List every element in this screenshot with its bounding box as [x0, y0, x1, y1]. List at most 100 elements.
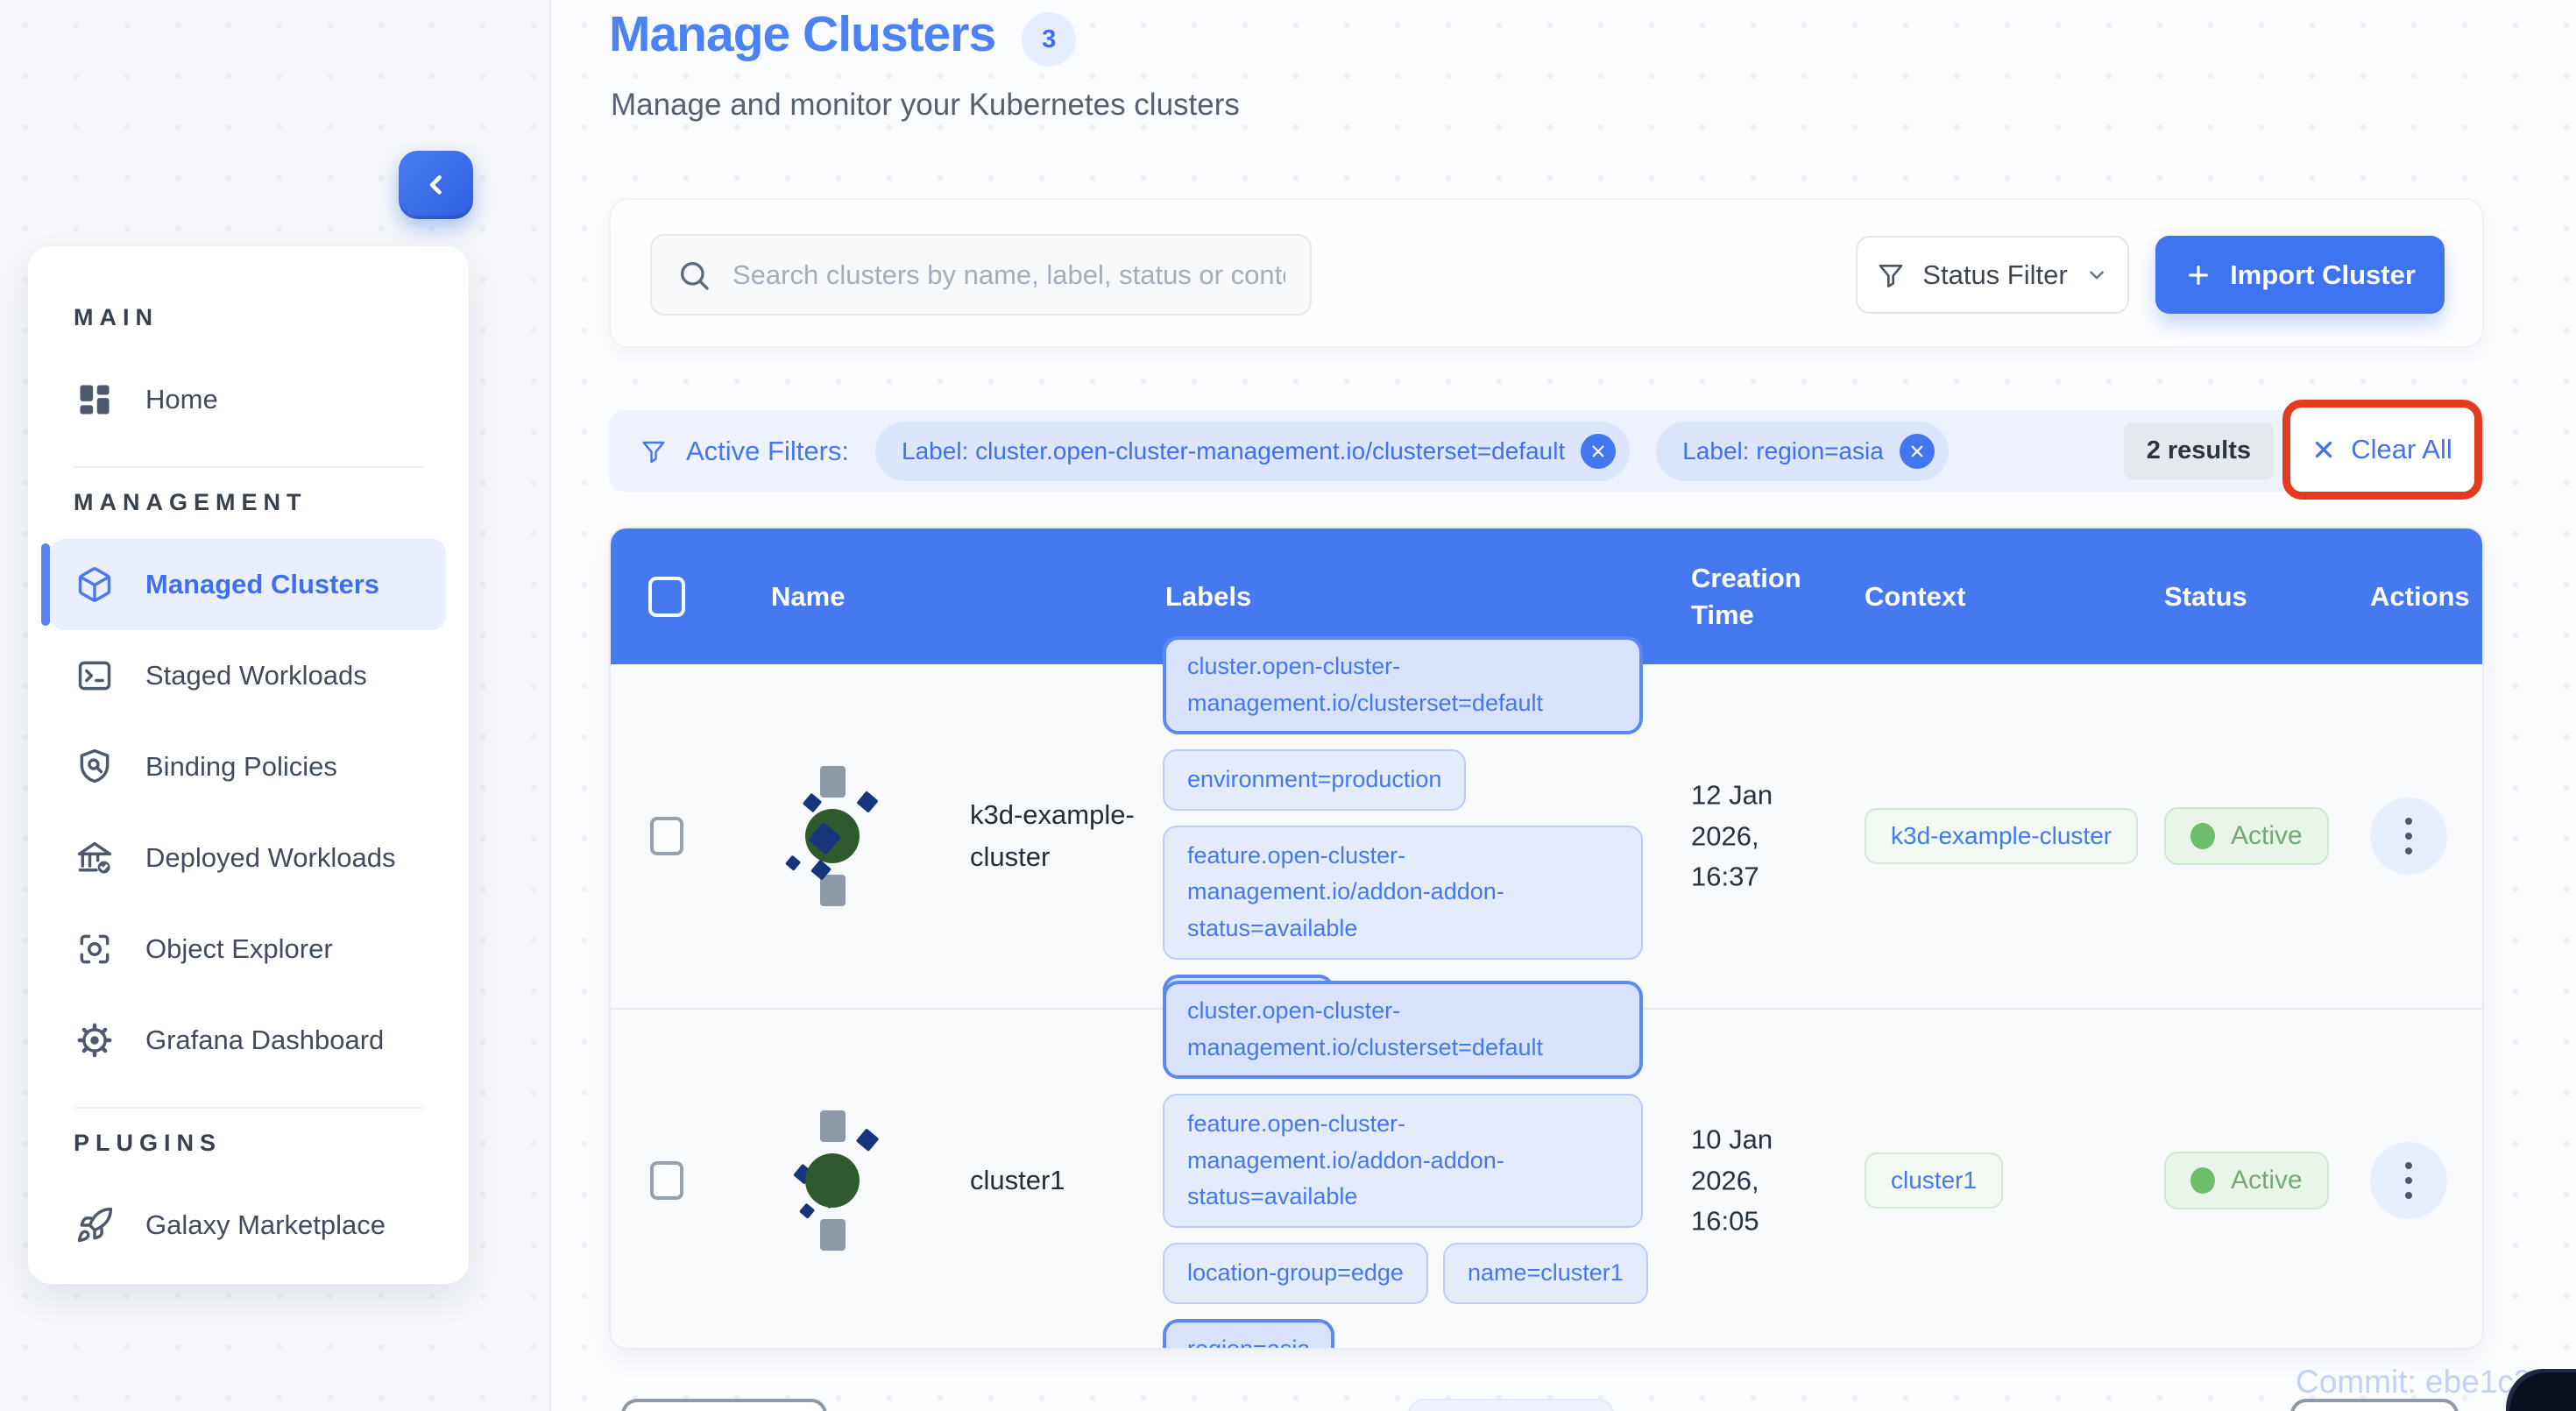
- cluster-name: k3d-example-cluster: [970, 794, 1161, 878]
- clear-all-button[interactable]: Clear All: [2312, 434, 2452, 465]
- column-header-context: Context: [1865, 528, 1965, 664]
- focus-icon: [75, 930, 114, 968]
- column-header-status: Status: [2164, 528, 2247, 664]
- plus-icon: [2184, 261, 2212, 289]
- label-chip[interactable]: cluster.open-cluster-management.io/clust…: [1163, 636, 1643, 734]
- chevron-down-icon: [2085, 264, 2108, 287]
- sidebar-item-home[interactable]: Home: [51, 354, 446, 445]
- cluster-icon: [782, 1105, 916, 1256]
- sidebar-item-label: Managed Clusters: [145, 569, 379, 600]
- active-filters-label: Active Filters:: [686, 436, 849, 467]
- search-box: [650, 234, 1312, 316]
- dashboard-icon: [75, 380, 114, 419]
- clear-all-label: Clear All: [2351, 434, 2452, 465]
- rocket-icon: [75, 1206, 114, 1244]
- divider: [74, 1107, 423, 1109]
- sidebar-item-label: Grafana Dashboard: [145, 1025, 384, 1056]
- cluster-count-badge: 3: [1022, 12, 1076, 67]
- sidebar-item-binding-policies[interactable]: Binding Policies: [51, 721, 446, 812]
- import-cluster-label: Import Cluster: [2230, 259, 2416, 291]
- filter-icon: [640, 438, 667, 464]
- pagination-previous-button[interactable]: [621, 1399, 827, 1411]
- search-input[interactable]: [732, 259, 1285, 291]
- label-chip[interactable]: feature.open-cluster-management.io/addon…: [1163, 826, 1643, 961]
- search-icon: [676, 258, 711, 293]
- status-dot-icon: [2190, 1167, 2215, 1194]
- sidebar-item-galaxy-marketplace[interactable]: Galaxy Marketplace: [51, 1180, 446, 1271]
- creation-time: 12 Jan 2026, 16:37: [1691, 775, 1831, 897]
- label-chip[interactable]: cluster.open-cluster-management.io/clust…: [1163, 981, 1643, 1079]
- column-header-creation-time: Creation Time: [1691, 528, 1836, 664]
- cube-icon: [75, 565, 114, 604]
- filter-icon: [1877, 261, 1905, 289]
- sidebar-divider: [549, 0, 551, 1411]
- terminal-icon: [75, 656, 114, 695]
- chevron-left-icon: [421, 170, 451, 200]
- sidebar-section-plugins: PLUGINS: [74, 1130, 423, 1157]
- remove-filter-button[interactable]: [1581, 434, 1616, 469]
- import-cluster-button[interactable]: Import Cluster: [2155, 236, 2445, 314]
- cluster-icon: [782, 761, 916, 911]
- sidebar-item-label: Staged Workloads: [145, 660, 367, 691]
- sidebar-item-label: Deployed Workloads: [145, 842, 395, 874]
- sidebar-item-label: Object Explorer: [145, 933, 333, 965]
- pagination-next-button[interactable]: [2290, 1399, 2459, 1411]
- label-chip[interactable]: feature.open-cluster-management.io/addon…: [1163, 1094, 1643, 1229]
- label-chip[interactable]: region=asia: [1163, 1319, 1334, 1350]
- sidebar-section-management: MANAGEMENT: [74, 489, 423, 516]
- kebab-menu-icon: [2405, 1162, 2412, 1169]
- page-title: Manage Clusters: [609, 5, 995, 63]
- sidebar-section-main: MAIN: [74, 304, 423, 331]
- status-dot-icon: [2190, 823, 2215, 849]
- filter-chip-label: Label: region=asia: [1682, 437, 1884, 465]
- sidebar-collapse-button[interactable]: [399, 151, 473, 219]
- select-all-checkbox[interactable]: [648, 577, 685, 617]
- pagination-page-button[interactable]: [1408, 1399, 1614, 1411]
- results-count-badge: 2 results: [2124, 422, 2274, 479]
- remove-filter-button[interactable]: [1900, 434, 1935, 469]
- label-chip[interactable]: name=cluster1: [1443, 1243, 1648, 1304]
- cluster-name: cluster1: [970, 1159, 1161, 1202]
- gear-icon: [75, 1021, 114, 1060]
- sidebar-item-object-explorer[interactable]: Object Explorer: [51, 904, 446, 995]
- creation-time: 10 Jan 2026, 16:05: [1691, 1119, 1831, 1242]
- kebab-menu-icon: [2405, 818, 2412, 825]
- row-actions-menu-button[interactable]: [2370, 798, 2447, 875]
- status-filter-button[interactable]: Status Filter: [1856, 236, 2129, 314]
- close-icon: [1590, 443, 1606, 459]
- clear-all-annotation-highlight: Clear All: [2282, 400, 2482, 500]
- page-subtitle: Manage and monitor your Kubernetes clust…: [611, 88, 1240, 123]
- context-chip[interactable]: k3d-example-cluster: [1865, 808, 2138, 864]
- row-checkbox[interactable]: [650, 817, 683, 855]
- active-filters-bar: Active Filters: Label: cluster.open-clus…: [609, 410, 2484, 492]
- cluster-labels: cluster.open-cluster-management.io/clust…: [1163, 636, 1658, 1036]
- cluster-labels: cluster.open-cluster-management.io/clust…: [1163, 981, 1658, 1350]
- sidebar-item-label: Binding Policies: [145, 751, 337, 783]
- sidebar-item-managed-clusters[interactable]: Managed Clusters: [51, 539, 446, 630]
- column-header-actions: Actions: [2370, 528, 2470, 664]
- label-chip[interactable]: environment=production: [1163, 749, 1466, 811]
- toolbar-card: Status Filter Import Cluster: [609, 198, 2484, 348]
- sidebar-item-staged-workloads[interactable]: Staged Workloads: [51, 630, 446, 721]
- close-icon: [2312, 438, 2335, 461]
- filter-chip-region[interactable]: Label: region=asia: [1656, 422, 1949, 481]
- table-row: cluster1 cluster.open-cluster-management…: [611, 1008, 2482, 1350]
- sidebar-item-deployed-workloads[interactable]: Deployed Workloads: [51, 812, 446, 904]
- column-header-name: Name: [771, 528, 845, 664]
- filter-chip-clusterset[interactable]: Label: cluster.open-cluster-management.i…: [875, 422, 1630, 481]
- filter-chip-label: Label: cluster.open-cluster-management.i…: [902, 437, 1565, 465]
- sidebar-item-grafana-dashboard[interactable]: Grafana Dashboard: [51, 995, 446, 1086]
- status-label: Active: [2231, 1166, 2303, 1195]
- status-filter-label: Status Filter: [1922, 259, 2067, 291]
- bank-check-icon: [75, 839, 114, 877]
- sidebar: MAIN Home MANAGEMENT Managed Clusters: [28, 246, 469, 1284]
- clusters-table: Name Labels Creation Time Context Status…: [609, 527, 2484, 1350]
- context-chip[interactable]: cluster1: [1865, 1152, 2003, 1209]
- label-chip[interactable]: location-group=edge: [1163, 1243, 1428, 1304]
- row-checkbox[interactable]: [650, 1161, 683, 1200]
- row-actions-menu-button[interactable]: [2370, 1142, 2447, 1219]
- status-badge: Active: [2164, 807, 2329, 865]
- divider: [74, 466, 423, 468]
- status-badge: Active: [2164, 1152, 2329, 1209]
- shield-search-icon: [75, 748, 114, 786]
